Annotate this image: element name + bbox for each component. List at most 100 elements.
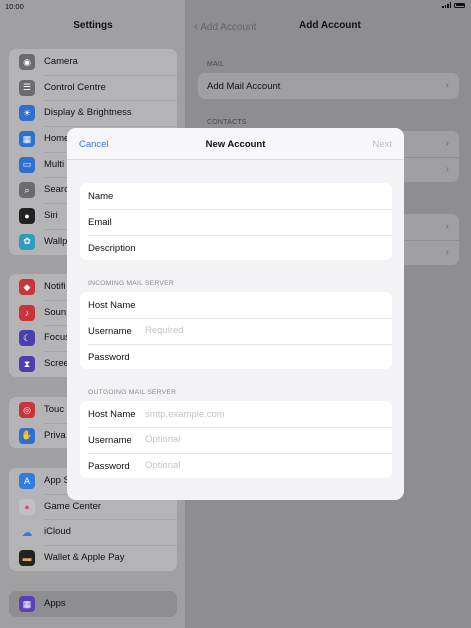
outgoing-username-row[interactable]: Username xyxy=(80,426,392,453)
description-row[interactable]: Description xyxy=(80,234,392,261)
multitasking-icon: ▭ xyxy=(19,156,35,173)
incoming-username-label: Username xyxy=(88,325,132,337)
sidebar-item-label: Soun xyxy=(44,306,67,318)
sidebar-item-label: Apps xyxy=(44,598,66,609)
incoming-host-row[interactable]: Host Name xyxy=(80,292,392,318)
sidebar-item-display-brightness[interactable]: ☀ Display & Brightness xyxy=(9,100,177,126)
notifications-icon: ◆ xyxy=(19,279,35,295)
status-bar: 10:00 xyxy=(0,0,471,14)
game-center-icon: ● xyxy=(19,498,35,515)
privacy-icon: ✋ xyxy=(19,427,35,444)
chevron-right-icon: › xyxy=(445,246,449,258)
icloud-icon: ☁ xyxy=(19,524,35,541)
mail-section-header: MAIL xyxy=(207,61,225,68)
sidebar-item-label: Searc xyxy=(44,184,69,196)
chevron-left-icon: ‹ xyxy=(194,19,198,33)
outgoing-host-field[interactable] xyxy=(145,405,385,423)
incoming-password-label: Password xyxy=(88,351,130,363)
sounds-icon: ♪ xyxy=(19,304,35,321)
status-time: 10:00 xyxy=(5,2,24,11)
sidebar-item-control-centre[interactable]: ☰ Control Centre xyxy=(9,74,177,101)
email-label: Email xyxy=(88,216,112,228)
account-info-group: Name Email Description xyxy=(80,183,392,261)
outgoing-host-row[interactable]: Host Name xyxy=(80,401,392,427)
back-button[interactable]: ‹ Add Account xyxy=(194,19,256,33)
next-button[interactable]: Next xyxy=(372,139,392,150)
chevron-right-icon: › xyxy=(445,163,449,175)
incoming-server-group: Host Name Username Password xyxy=(80,292,392,370)
sidebar-item-label: Focus xyxy=(44,332,70,344)
wallet-icon: ▬ xyxy=(19,550,35,567)
sidebar-item-label: Notifi xyxy=(44,281,66,292)
camera-icon: ◉ xyxy=(19,54,35,70)
name-label: Name xyxy=(88,191,114,202)
incoming-username-row[interactable]: Username xyxy=(80,317,392,344)
app-store-icon: A xyxy=(19,473,35,489)
sidebar-item-wallet[interactable]: ▬ Wallet & Apple Pay xyxy=(9,545,177,571)
page-title: Add Account xyxy=(299,20,361,31)
sidebar-item-label: Wallp xyxy=(44,235,68,247)
incoming-section-header: INCOMING MAIL SERVER xyxy=(88,280,174,287)
search-icon: ⌕ xyxy=(19,182,35,199)
sidebar-item-label: Touc xyxy=(44,404,65,415)
outgoing-section-header: OUTGOING MAIL SERVER xyxy=(88,389,177,396)
outgoing-password-label: Password xyxy=(88,460,130,472)
outgoing-password-field[interactable] xyxy=(145,456,385,475)
sidebar-item-label: Game Center xyxy=(44,500,102,512)
outgoing-username-field[interactable] xyxy=(145,430,385,449)
sidebar-item-camera[interactable]: ◉ Camera xyxy=(9,49,177,75)
add-mail-account-label: Add Mail Account xyxy=(207,81,281,92)
modal-title: New Account xyxy=(205,139,266,150)
status-indicators xyxy=(442,2,465,8)
email-row[interactable]: Email xyxy=(80,208,392,235)
name-row[interactable]: Name xyxy=(80,183,392,209)
chevron-right-icon: › xyxy=(445,138,449,149)
add-mail-account-row[interactable]: Add Mail Account › xyxy=(198,73,459,99)
sidebar-item-label: Siri xyxy=(44,210,58,222)
cellular-signal-icon xyxy=(442,2,451,8)
sidebar-item-label: iCloud xyxy=(44,526,71,538)
sidebar-title: Settings xyxy=(73,20,113,31)
chevron-right-icon: › xyxy=(445,80,449,91)
chevron-right-icon: › xyxy=(445,221,449,232)
incoming-host-field[interactable] xyxy=(145,296,385,314)
incoming-username-field[interactable] xyxy=(145,321,385,340)
incoming-password-row[interactable]: Password xyxy=(80,343,392,370)
email-field[interactable] xyxy=(145,212,385,231)
sidebar-item-label: Control Centre xyxy=(44,81,106,93)
sidebar-item-icloud[interactable]: ☁ iCloud xyxy=(9,519,177,545)
apps-icon: ▦ xyxy=(19,596,35,612)
contacts-section-header: CONTACTS xyxy=(207,119,247,126)
new-account-modal: Cancel New Account Next Name Email Descr… xyxy=(67,128,404,500)
modal-header: Cancel New Account Next xyxy=(67,128,404,160)
outgoing-server-group: Host Name Username Password xyxy=(80,401,392,479)
sidebar-item-label: Display & Brightness xyxy=(44,107,132,119)
battery-icon xyxy=(454,2,465,8)
screen-time-icon: ⧗ xyxy=(19,356,35,373)
sidebar-item-label: Home xyxy=(44,133,70,145)
display-brightness-icon: ☀ xyxy=(19,105,35,122)
siri-icon: ● xyxy=(19,208,35,225)
mail-group: Add Mail Account › xyxy=(198,73,459,99)
outgoing-host-label: Host Name xyxy=(88,409,136,420)
description-field[interactable] xyxy=(160,238,385,257)
outgoing-password-row[interactable]: Password xyxy=(80,452,392,479)
home-screen-icon: ▦ xyxy=(19,131,35,148)
touch-id-icon: ◎ xyxy=(19,402,35,418)
sidebar-group-apps: ▦ Apps xyxy=(9,591,177,617)
sidebar-item-label: Multi xyxy=(44,158,65,170)
incoming-password-field[interactable] xyxy=(145,347,385,366)
sidebar-item-label: Camera xyxy=(44,56,78,67)
sidebar-item-label: Scree xyxy=(44,358,69,370)
sidebar-item-apps[interactable]: ▦ Apps xyxy=(9,591,177,617)
incoming-host-label: Host Name xyxy=(88,300,136,311)
description-label: Description xyxy=(88,242,136,254)
wallpaper-icon: ✿ xyxy=(19,233,35,250)
focus-icon: ☾ xyxy=(19,330,35,347)
sidebar-item-label: App S xyxy=(44,475,70,486)
outgoing-username-label: Username xyxy=(88,434,132,446)
control-centre-icon: ☰ xyxy=(19,79,35,96)
sidebar-item-label: Wallet & Apple Pay xyxy=(44,552,125,564)
sidebar-item-label: Priva xyxy=(44,429,66,441)
name-field[interactable] xyxy=(145,187,385,205)
